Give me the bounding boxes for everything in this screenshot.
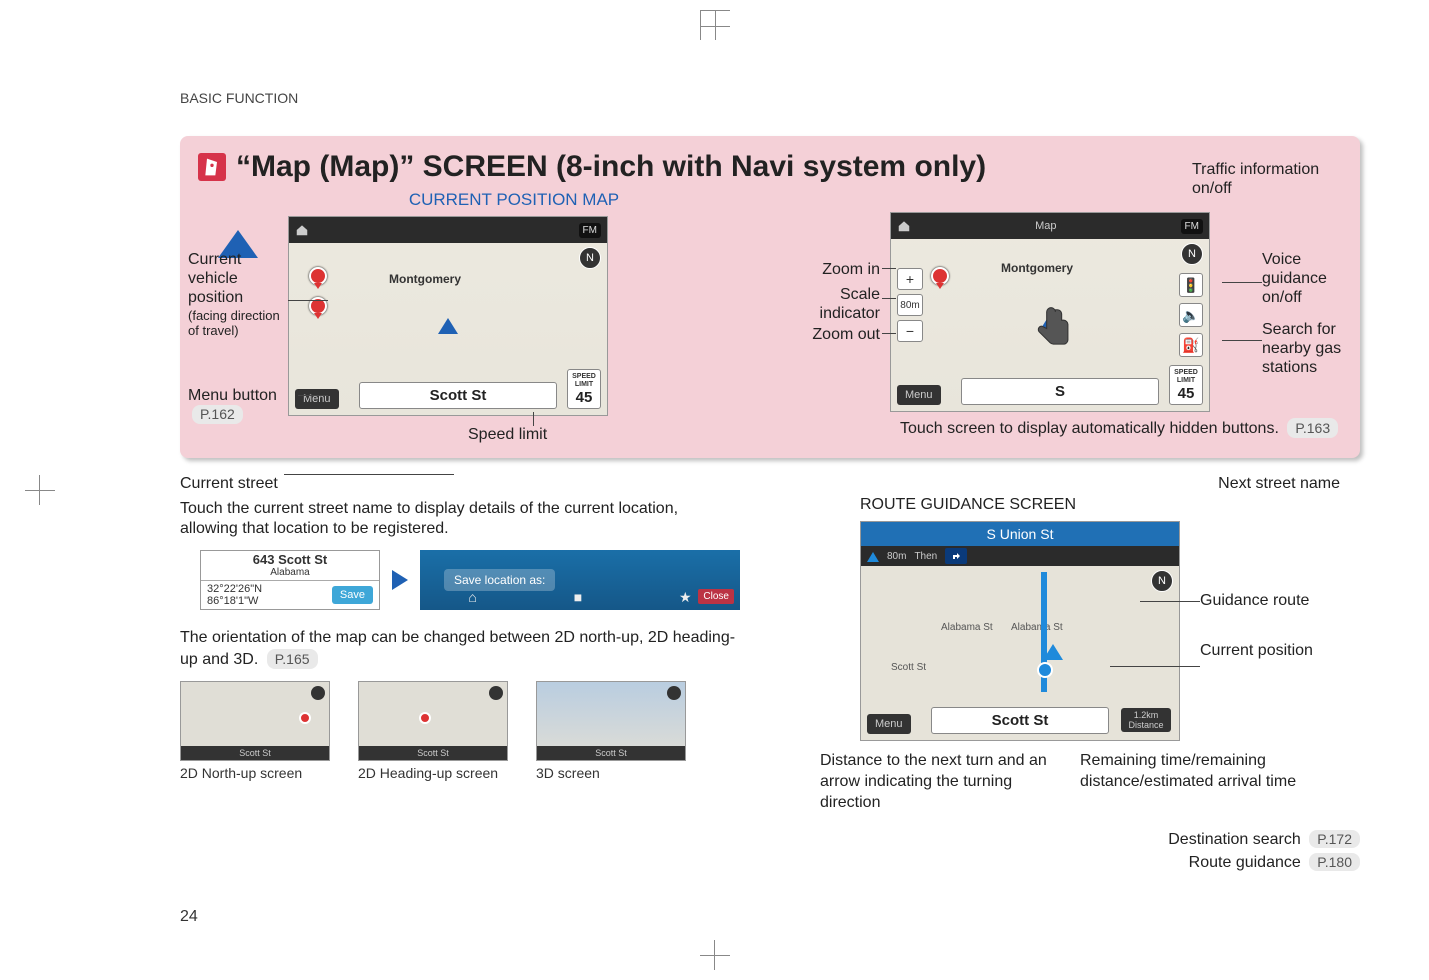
vehicle-arrow-icon — [438, 318, 458, 334]
orientation-thumbs: Scott St 2D North-up screen Scott St 2D … — [180, 681, 740, 781]
compass-small-icon — [867, 550, 879, 562]
touch-map-column: Traffic information on/off Map FM N + 80… — [800, 190, 1342, 440]
route-guidance-mock: S Union St 80m Then N Alabama St Alabama… — [860, 521, 1180, 741]
callout-voice: Voice guidance on/off — [1262, 250, 1362, 308]
scale-indicator: 80m — [897, 294, 923, 316]
next-street-bar: S Union St — [861, 522, 1179, 546]
page-number: 24 — [180, 908, 198, 926]
speed-limit-sign: SPEED LIMIT 45 — [567, 369, 601, 409]
menu-button[interactable]: Menu — [897, 385, 941, 405]
home-icon — [295, 223, 309, 237]
current-street-bar[interactable]: Scott St — [359, 382, 557, 409]
current-street-explain: Touch the current street name to display… — [180, 499, 740, 541]
address-text: 643 Scott St — [253, 552, 327, 567]
touch-note: Touch screen to display automatically hi… — [900, 418, 1342, 440]
page-ref: P.172 — [1309, 830, 1360, 848]
north-up-thumb: Scott St — [180, 681, 330, 761]
street-bar: Scott St — [931, 707, 1109, 734]
north-up-caption: 2D North-up screen — [180, 765, 330, 781]
zoom-controls: + 80m − — [897, 268, 923, 342]
work-icon[interactable]: ■ — [574, 589, 582, 606]
location-coords-box: 643 Scott St Alabama 32°22'26"N 86°18'1"… — [200, 550, 380, 610]
voice-icon[interactable]: 🔈 — [1179, 303, 1203, 327]
map-section-box: “Map (Map)” SCREEN (8-inch with Navi sys… — [180, 136, 1360, 458]
north-compass-icon: N — [579, 247, 601, 269]
current-position-dot — [1037, 662, 1053, 678]
route-guidance-row: Route guidance P.180 — [800, 853, 1360, 872]
page-ref: P.180 — [1309, 853, 1360, 871]
remaining-box: 1.2kmDistance — [1121, 708, 1171, 732]
close-button[interactable]: Close — [698, 589, 734, 604]
touch-map-mock: Map FM N + 80m − 🚦 🔈 ⛽ Montg — [890, 212, 1210, 412]
map-pin-icon — [931, 267, 949, 285]
city-label: Montgomery — [389, 272, 461, 286]
zoom-out-button[interactable]: − — [897, 320, 923, 342]
orientation-text: The orientation of the map can be change… — [180, 628, 740, 671]
callout-traffic: Traffic information on/off — [1192, 160, 1352, 198]
callout-scale: Scale indicator — [800, 285, 880, 323]
map-pin-icon — [309, 267, 327, 285]
callout-distance: Distance to the next turn and an arrow i… — [820, 751, 1060, 813]
state-text: Alabama — [270, 567, 309, 578]
zoom-in-button[interactable]: + — [897, 268, 923, 290]
destination-search-row: Destination search P.172 — [800, 830, 1360, 849]
map-icon — [198, 153, 226, 181]
callout-speed-limit: Speed limit — [468, 425, 547, 444]
route-guidance-block: Next street name ROUTE GUIDANCE SCREEN S… — [800, 474, 1360, 872]
home-icon — [897, 219, 911, 233]
turn-arrow-icon — [945, 548, 967, 564]
callout-menu-button: Menu button P.162 — [188, 386, 277, 424]
callout-current-street: Current street — [180, 474, 740, 495]
callout-remaining: Remaining time/remaining distance/estima… — [1080, 751, 1360, 813]
speed-limit-sign: SPEED LIMIT 45 — [1169, 365, 1203, 405]
vehicle-arrow-icon — [1043, 644, 1063, 660]
north-compass-icon: N — [1181, 243, 1203, 265]
fm-badge: FM — [579, 223, 601, 238]
callout-guidance-route: Guidance route — [1200, 591, 1320, 610]
gas-icon[interactable]: ⛽ — [1179, 333, 1203, 357]
north-compass-icon: N — [1151, 570, 1173, 592]
current-position-column: CURRENT POSITION MAP FM N Montgomery Men… — [198, 190, 740, 440]
location-detail-row: 643 Scott St Alabama 32°22'26"N 86°18'1"… — [200, 550, 740, 610]
heading-up-caption: 2D Heading-up screen — [358, 765, 508, 781]
current-street-detail-block: Current street Touch the current street … — [180, 474, 740, 872]
coords-text: 32°22'26"N 86°18'1"W — [207, 583, 262, 607]
home-icon[interactable]: ⌂ — [468, 589, 476, 606]
current-street-bar[interactable]: S — [961, 378, 1159, 405]
page-ref: P.165 — [267, 649, 318, 669]
header-label: BASIC FUNCTION — [180, 90, 1360, 106]
arrow-right-icon — [392, 570, 408, 590]
callout-current-position: Current position — [1200, 641, 1320, 660]
heading-up-thumb: Scott St — [358, 681, 508, 761]
section-title: “Map (Map)” SCREEN (8-inch with Navi sys… — [236, 150, 986, 184]
save-location-panel: Save location as: ⌂ ■ ★ Close — [420, 550, 740, 610]
favorite-icon[interactable]: ★ — [679, 589, 692, 606]
page-ref: P.163 — [1287, 418, 1338, 438]
three-d-caption: 3D screen — [536, 765, 686, 781]
callout-gas: Search for nearby gas stations — [1262, 320, 1362, 378]
current-position-heading: CURRENT POSITION MAP — [288, 190, 740, 210]
callout-zoom-in: Zoom in — [800, 260, 880, 279]
callout-next-street: Next street name — [800, 474, 1340, 495]
city-label: Montgomery — [1001, 261, 1073, 275]
page-ref: P.162 — [192, 405, 243, 424]
menu-button[interactable]: Menu — [867, 714, 911, 734]
callout-zoom-out: Zoom out — [800, 325, 880, 344]
touch-hand-icon — [1030, 301, 1080, 356]
callout-current-vehicle: Current vehicle position (facing directi… — [188, 250, 288, 339]
three-d-thumb: Scott St — [536, 681, 686, 761]
current-position-map-mock: FM N Montgomery Menu Scott St SPEED LIMI… — [288, 216, 608, 416]
menu-button[interactable]: Menu — [295, 389, 339, 409]
save-button[interactable]: Save — [332, 586, 373, 604]
save-location-as-label: Save location as: — [444, 569, 555, 591]
route-guidance-heading: ROUTE GUIDANCE SCREEN — [860, 495, 1360, 516]
fm-badge: FM — [1181, 219, 1203, 234]
traffic-icon[interactable]: 🚦 — [1179, 273, 1203, 297]
